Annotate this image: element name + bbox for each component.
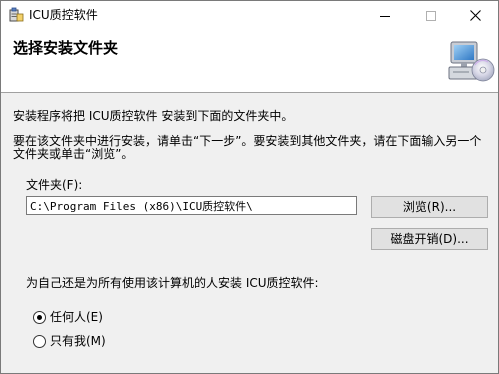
- title-bar: ICU质控软件: [1, 1, 498, 30]
- minimize-button[interactable]: [362, 1, 408, 30]
- computer-cd-icon: [448, 41, 495, 82]
- install-description: 安装程序将把 ICU质控软件 安装到下面的文件夹中。: [13, 109, 294, 123]
- close-button[interactable]: [452, 1, 498, 30]
- radio-everyone-button[interactable]: [33, 310, 46, 324]
- minimize-icon: [380, 15, 390, 17]
- disk-cost-button[interactable]: 磁盘开销(D)...: [371, 228, 488, 250]
- close-icon: [469, 10, 481, 21]
- radio-option-everyone[interactable]: 任何人(E): [33, 309, 103, 325]
- radio-just-me-button[interactable]: [33, 334, 46, 348]
- window-title: ICU质控软件: [29, 8, 98, 22]
- radio-option-just-me[interactable]: 只有我(M): [33, 333, 106, 349]
- page-title: 选择安装文件夹: [13, 39, 119, 57]
- browse-button[interactable]: 浏览(R)...: [371, 196, 488, 218]
- folder-path-input[interactable]: [26, 196, 357, 215]
- radio-just-me-label[interactable]: 只有我(M): [50, 334, 106, 348]
- maximize-icon: [426, 10, 436, 21]
- installer-app-icon: [9, 7, 24, 22]
- header-banner: 选择安装文件夹: [1, 30, 498, 93]
- install-for-prompt: 为自己还是为所有使用该计算机的人安装 ICU质控软件:: [26, 276, 319, 290]
- radio-everyone-label[interactable]: 任何人(E): [50, 310, 103, 324]
- installer-window: ICU质控软件 选择安装文件夹 安装程序将把 ICU质控软件 安装到下面的文件夹…: [0, 0, 499, 374]
- maximize-button[interactable]: [408, 1, 454, 30]
- install-instructions: 要在该文件夹中进行安装，请单击“下一步”。要安装到其他文件夹，请在下面输入另一个…: [13, 134, 482, 161]
- folder-label: 文件夹(F):: [26, 178, 83, 192]
